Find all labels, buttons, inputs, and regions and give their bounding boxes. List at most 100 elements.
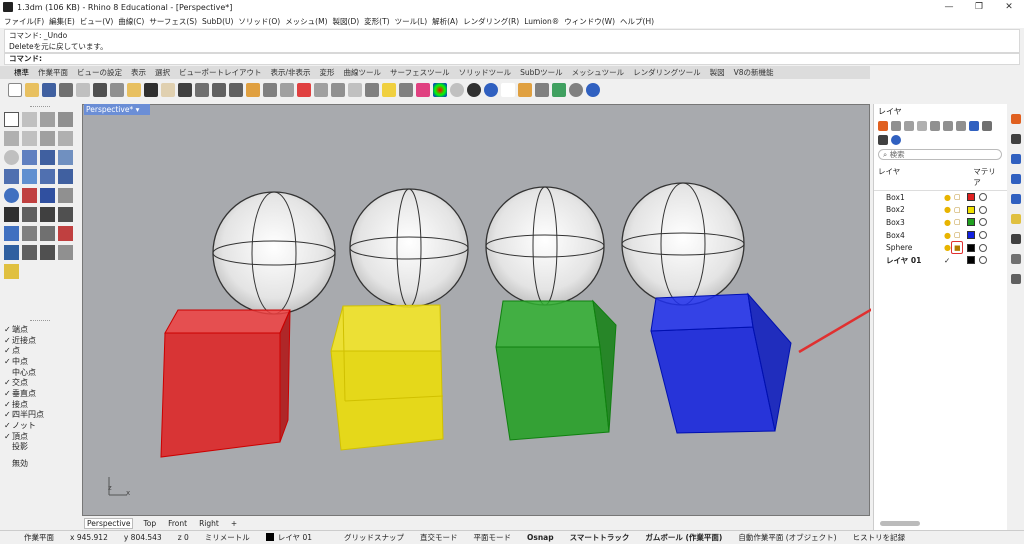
menu-surface[interactable]: サーフェス(S) [149,16,197,27]
material-circle-icon[interactable] [979,256,987,265]
named-views-tab-icon[interactable] [1011,254,1021,264]
minimize-button[interactable]: — [934,0,964,14]
status-cplane[interactable]: 作業平面 [24,532,54,543]
checkbox-icon[interactable]: ✓ [4,421,12,430]
tab-transform[interactable]: 変形 [320,67,335,78]
tab-select[interactable]: 選択 [155,67,170,78]
status-record-history[interactable]: ヒストリを記録 [853,532,906,543]
analyze-icon[interactable] [4,264,19,279]
point-icon[interactable] [22,112,37,127]
rendered-sphere-icon[interactable] [467,83,481,97]
menu-file[interactable]: ファイル(F) [4,16,44,27]
palette-grip[interactable] [30,106,50,108]
tab-surface-tools[interactable]: サーフェスツール [390,67,450,78]
layer-row-box2[interactable]: Box2 ● ▢ [874,204,1007,217]
split-tool-icon[interactable] [58,207,73,222]
osnap-intersection[interactable]: ✓ 交点 [0,377,80,388]
material-icon[interactable] [518,83,532,97]
cut-icon[interactable] [93,83,107,97]
tab-render-tools[interactable]: レンダリングツール [633,67,701,78]
layer-color-swatch[interactable] [967,256,975,265]
camera-tab-icon[interactable] [1011,234,1021,244]
osnap-project[interactable]: 投影 [0,442,80,453]
layer-color-swatch[interactable] [967,218,975,227]
menu-analyze[interactable]: 解析(A) [432,16,458,27]
scale-icon[interactable] [40,245,55,260]
checkbox-icon[interactable]: ✓ [4,400,12,409]
viewport-title[interactable]: Perspective* ▾ [84,104,150,115]
cplane-icon[interactable] [280,83,294,97]
gear-icon[interactable] [535,83,549,97]
mesh-icon[interactable] [40,188,55,203]
help-icon[interactable] [891,135,901,145]
material-circle-icon[interactable] [979,243,987,252]
menu-mesh[interactable]: メッシュ(M) [285,16,327,27]
layers-tab-icon[interactable] [1011,134,1021,144]
grasshopper-icon[interactable] [552,83,566,97]
materials-tab-icon[interactable] [1011,214,1021,224]
box-icon[interactable] [4,169,19,184]
checkbox-icon[interactable]: ✓ [4,432,12,441]
surface-icon[interactable] [22,150,37,165]
locked-padlock-icon[interactable]: ■ [951,240,964,254]
menu-window[interactable]: ウィンドウ(W) [564,16,615,27]
menu-dimension[interactable]: 製図(D) [333,16,360,27]
new-layer-icon[interactable] [878,121,888,131]
layer-color-swatch[interactable] [967,193,975,202]
polyline-icon[interactable] [40,112,55,127]
osnap-center[interactable]: 中心点 [0,367,80,378]
rectangle-icon[interactable] [58,131,73,146]
save-icon[interactable] [42,83,56,97]
menu-tools[interactable]: ツール(L) [395,16,428,27]
unlocked-icon[interactable]: ▢ [954,218,964,226]
hide-icon[interactable] [331,83,345,97]
tab-front[interactable]: Front [166,519,189,528]
menu-subd[interactable]: SubD(U) [202,17,233,26]
new-file-icon[interactable] [8,83,22,97]
dimension-icon[interactable] [58,226,73,241]
status-auto-cplane[interactable]: 自動作業平面 (オブジェクト) [738,532,836,543]
offset-icon[interactable] [22,207,37,222]
notifications-tab-icon[interactable] [1011,194,1021,204]
menu-solid[interactable]: ソリッド(O) [238,16,280,27]
status-gumball[interactable]: ガムボール (作業平面) [645,532,722,543]
status-planar[interactable]: 平面モード [473,532,511,543]
delete-layer-icon[interactable] [904,121,914,131]
pan-hand-icon[interactable] [161,83,175,97]
filter-icon[interactable] [969,121,979,131]
light-bulb-icon[interactable]: ● [944,231,952,240]
material-circle-icon[interactable] [979,218,987,227]
fillet-icon[interactable] [4,207,19,222]
tab-visibility[interactable]: 表示/非表示 [271,67,311,78]
tab-subd-tools[interactable]: SubDツール [520,67,563,78]
osnap-point[interactable]: ✓ 点 [0,345,80,356]
osnap-near[interactable]: ✓ 近接点 [0,335,80,346]
zoom-extents-icon[interactable] [229,83,243,97]
split-icon[interactable] [314,83,328,97]
status-layer[interactable]: レイヤ 01 [265,532,328,543]
unlocked-icon[interactable]: ▢ [954,231,964,239]
help-tab-icon[interactable] [1011,174,1021,184]
new-sublayer-icon[interactable] [891,121,901,131]
layer-search-input[interactable]: ⌕ 検索 [878,149,1002,160]
osnap-knot[interactable]: ✓ ノット [0,420,80,431]
layer-row-box4[interactable]: Box4 ● ▢ [874,229,1007,242]
osnap-tangent[interactable]: ✓ 接点 [0,399,80,410]
properties-icon[interactable] [416,83,430,97]
padlock-icon[interactable] [399,83,413,97]
import-icon[interactable] [76,83,90,97]
blank-icon[interactable] [501,83,515,97]
trim-icon[interactable] [40,207,55,222]
material-circle-icon[interactable] [979,193,987,202]
menu-curve[interactable]: 曲線(C) [118,16,144,27]
solid-icon[interactable] [58,169,73,184]
perspective-viewport[interactable] [82,104,975,516]
sphere-tool-icon[interactable] [4,188,19,203]
osnap-vertex[interactable]: ✓ 頂点 [0,431,80,442]
maximize-button[interactable]: ❐ [964,0,994,14]
arc-icon[interactable] [40,131,55,146]
checkbox-icon[interactable]: ✓ [4,357,12,366]
move-down-icon[interactable] [943,121,953,131]
layer-color-swatch[interactable] [967,243,975,252]
zoom-window-icon[interactable] [212,83,226,97]
